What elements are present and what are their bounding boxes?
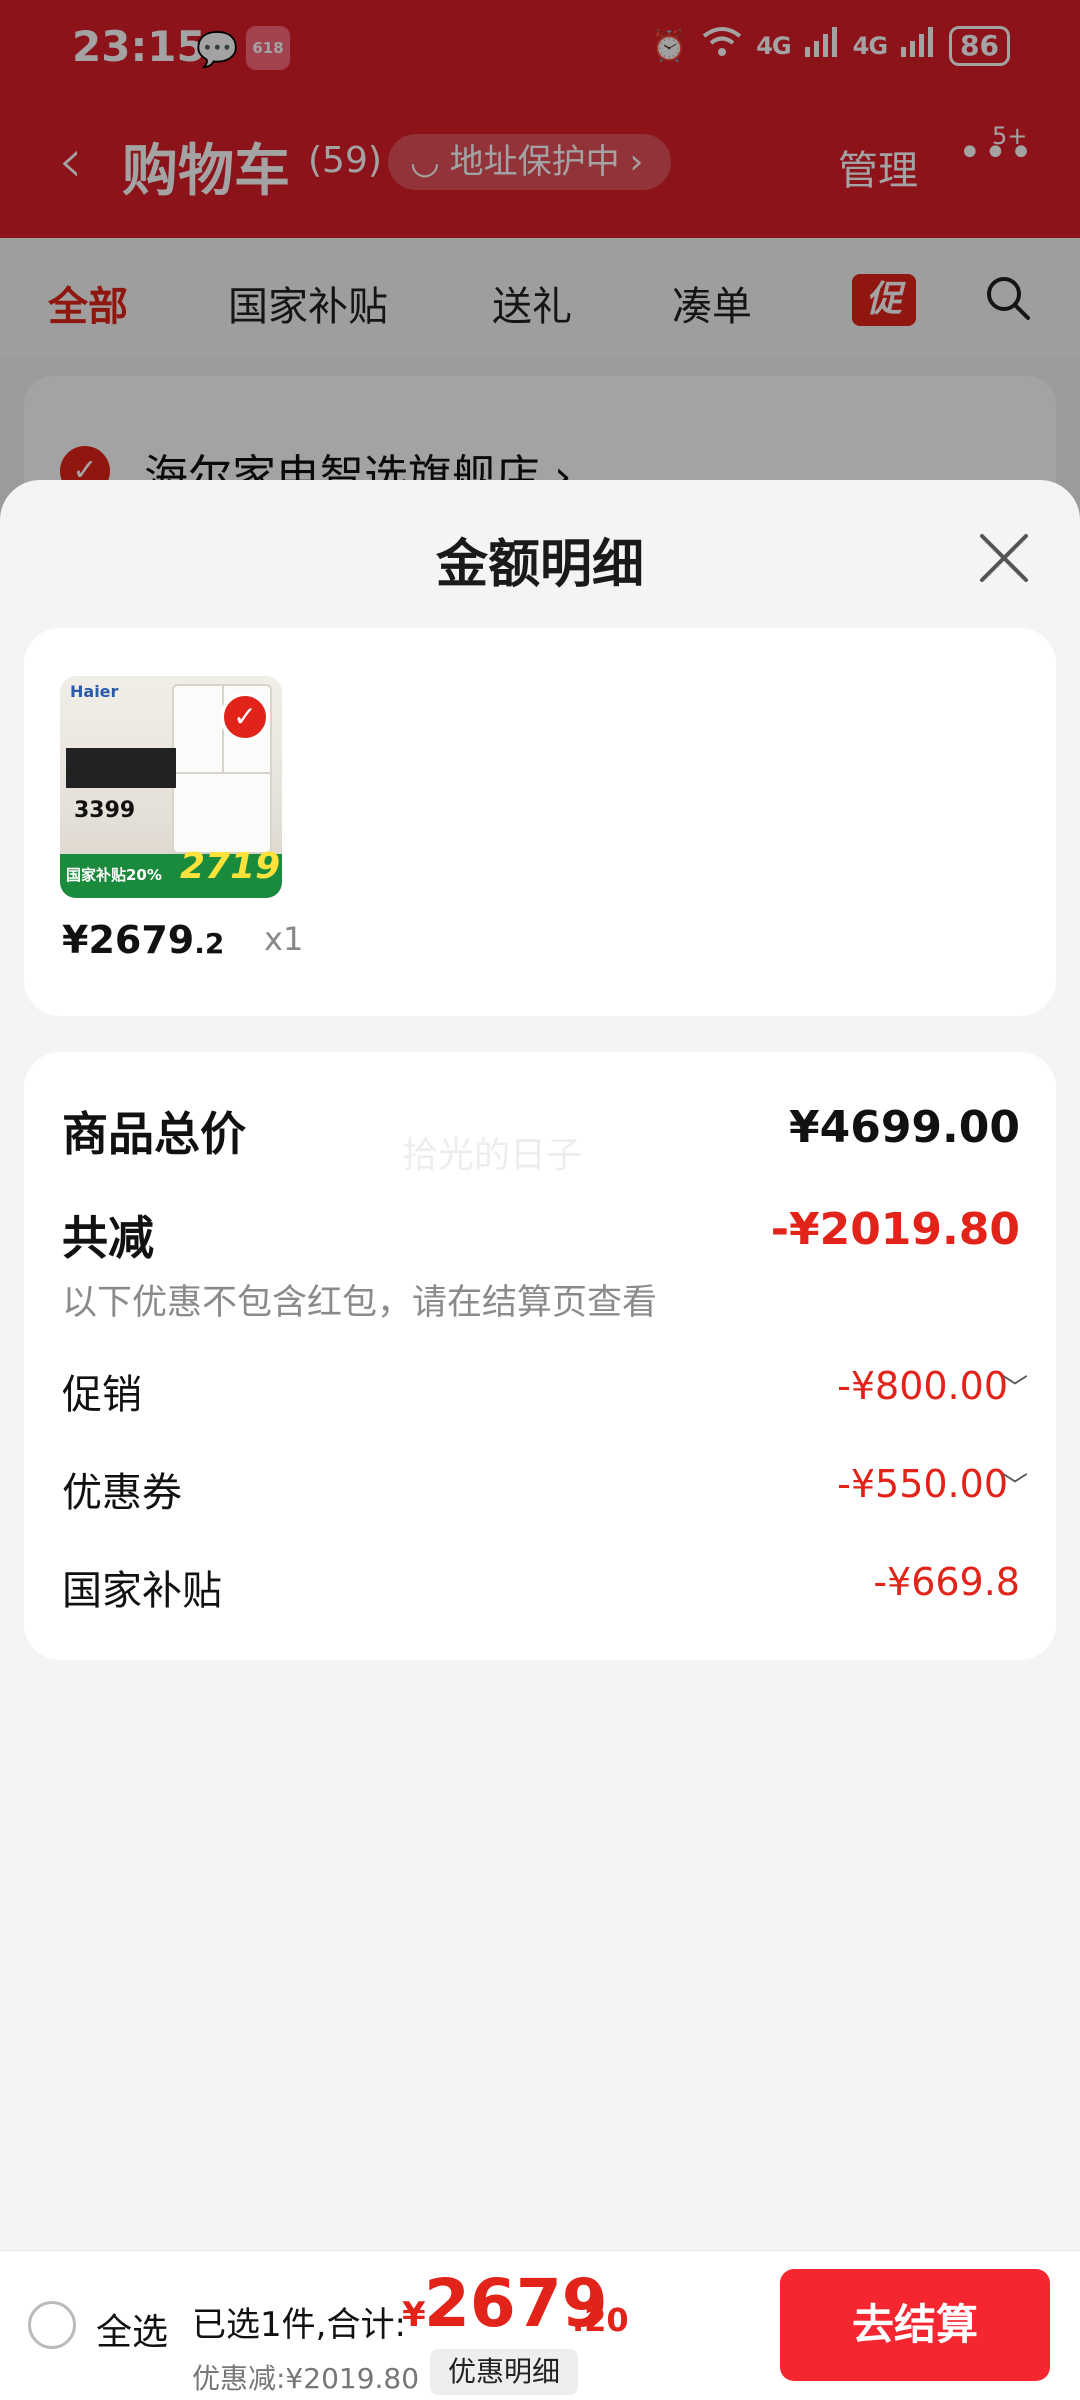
- sum-amount-dec: .20: [572, 2301, 629, 2339]
- watermark: 拾光的日子: [402, 1135, 583, 1176]
- chevron-down-icon[interactable]: ﹀: [1002, 1466, 1028, 1503]
- total-reduce-value: -¥2019.80: [770, 1204, 1020, 1255]
- thumb-brand-logo: Haier: [70, 682, 119, 701]
- coupon-label: 优惠券: [62, 1470, 182, 1516]
- select-all-radio[interactable]: [28, 2301, 76, 2349]
- selected-sum-label: 已选1件,合计:: [192, 2305, 406, 2345]
- promo-label: 促销: [62, 1372, 142, 1418]
- subsidy-label: 国家补贴: [62, 1568, 222, 1614]
- thumb-spec-badge: [66, 748, 176, 788]
- product-price-dec: .2: [194, 927, 225, 960]
- product-price-int: ¥2679: [62, 918, 195, 962]
- thumb-subsidy-text: 国家补贴20%: [66, 866, 162, 884]
- checkout-bar: 全选 已选1件,合计: ¥ 2679 .20 优惠减:¥2019.80 优惠明细…: [0, 2250, 1080, 2400]
- sum-currency: ¥: [402, 2295, 426, 2335]
- coupon-value[interactable]: -¥550.00: [837, 1462, 1008, 1506]
- total-price-label: 商品总价: [62, 1107, 246, 1161]
- total-reduce-label: 共减: [62, 1211, 154, 1265]
- thumb-subsidy-strip: 国家补贴20% 2719: [60, 846, 282, 898]
- checkout-button[interactable]: 去结算: [780, 2269, 1050, 2381]
- select-all-label[interactable]: 全选: [96, 2303, 168, 2355]
- total-price-value: ¥4699.00: [788, 1102, 1020, 1153]
- promo-value[interactable]: -¥800.00: [837, 1364, 1008, 1408]
- reduce-note: 以下优惠不包含红包，请在结算页查看: [62, 1283, 658, 1323]
- product-check-icon[interactable]: ✓: [220, 692, 270, 742]
- chevron-down-icon[interactable]: ﹀: [1002, 1368, 1028, 1405]
- discount-summary: 优惠减:¥2019.80: [192, 2362, 420, 2395]
- thumb-big-price: 2719: [180, 846, 281, 887]
- sheet-title: 金额明细: [435, 535, 644, 595]
- product-quantity: x1: [264, 920, 304, 958]
- product-price: ¥2679.2: [62, 918, 224, 962]
- discount-detail-button[interactable]: 优惠明细: [430, 2349, 579, 2395]
- amount-detail-sheet: 金额明细 Haier 3399 国家补贴20% 2719 ✓ ¥2679.2 x…: [0, 480, 1080, 2260]
- selected-products-card: Haier 3399 国家补贴20% 2719 ✓ ¥2679.2 x1: [24, 628, 1056, 1016]
- thumb-old-price: 3399: [74, 798, 136, 823]
- close-icon[interactable]: [976, 530, 1032, 586]
- subsidy-value: -¥669.8: [873, 1560, 1020, 1604]
